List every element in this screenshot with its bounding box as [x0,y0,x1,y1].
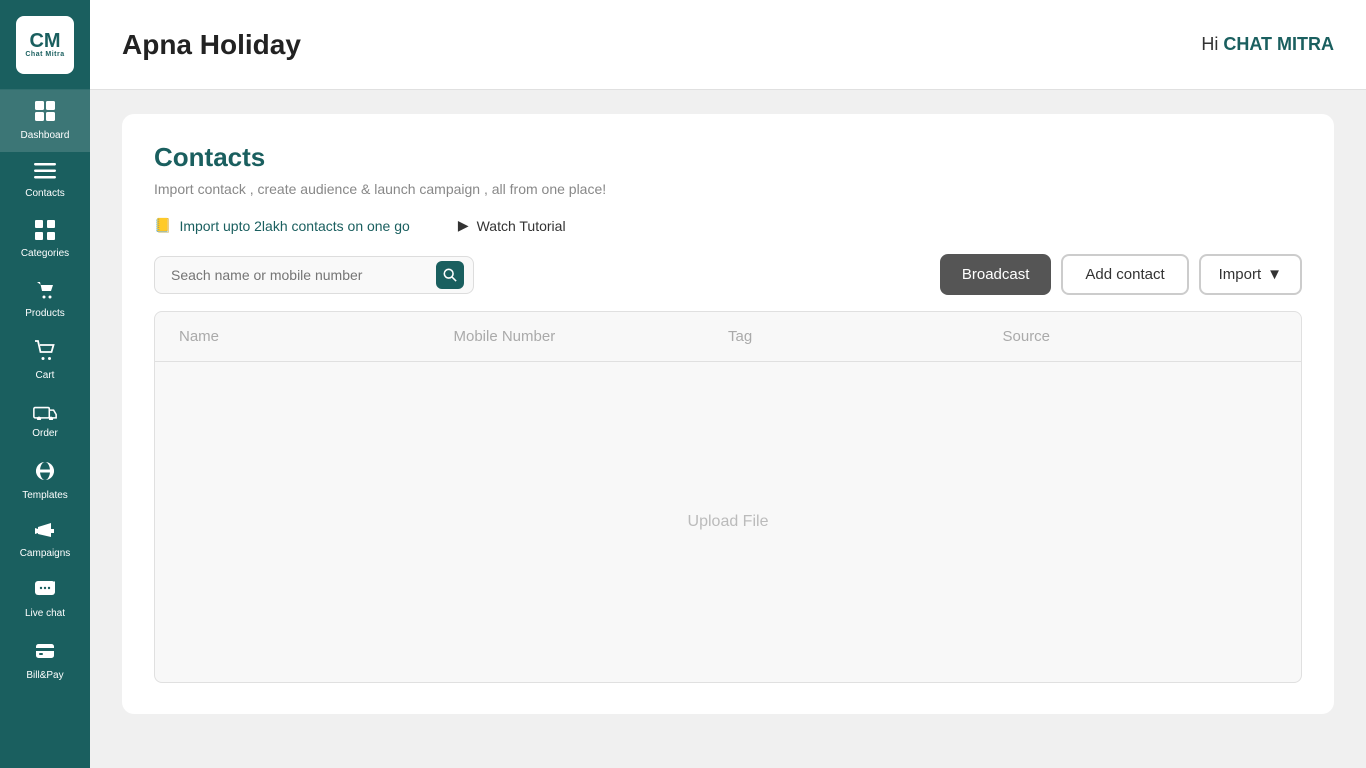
page-title: Apna Holiday [122,29,301,61]
sidebar-item-contacts[interactable]: Contacts [0,152,90,210]
sidebar-item-bill-pay-label: Bill&Pay [26,670,63,682]
logo-sub-text: Chat Mitra [25,51,64,58]
greeting-name: CHAT MITRA [1223,34,1334,54]
contacts-icon [34,162,56,184]
header: Apna Holiday Hi CHAT MITRA [90,0,1366,90]
import-link[interactable]: 📒 Import upto 2lakh contacts on one go [154,217,410,234]
products-icon [35,280,55,304]
sidebar-item-live-chat[interactable]: Live chat [0,570,90,630]
cart-icon [34,340,56,366]
contacts-subtitle: Import contack , create audience & launc… [154,181,1302,197]
logo-cm-text: CM [29,31,60,51]
chevron-down-icon: ▼ [1267,266,1282,283]
order-icon [33,402,57,424]
search-box [154,256,474,294]
live-chat-icon [34,580,56,604]
contacts-table: Name Mobile Number Tag Source Upload Fil… [154,311,1302,683]
play-icon: ▶ [458,217,469,234]
sidebar-item-campaigns[interactable]: Campaigns [0,512,90,570]
page-body: Contacts Import contack , create audienc… [90,90,1366,768]
contacts-card: Contacts Import contack , create audienc… [122,114,1334,714]
table-header: Name Mobile Number Tag Source [155,312,1301,362]
campaigns-icon [34,522,56,544]
empty-state-label: Upload File [688,513,769,531]
sidebar-item-cart[interactable]: Cart [0,330,90,392]
col-tag: Tag [728,328,1003,345]
sidebar-item-categories[interactable]: Categories [0,210,90,270]
sidebar-item-products[interactable]: Products [0,270,90,330]
table-body: Upload File [155,362,1301,682]
import-button[interactable]: Import ▼ [1199,254,1302,295]
greeting: Hi CHAT MITRA [1201,34,1334,55]
sidebar-item-live-chat-label: Live chat [25,608,65,620]
sidebar-item-cart-label: Cart [36,370,55,382]
col-source: Source [1003,328,1278,345]
contacts-title: Contacts [154,142,1302,173]
controls-row: Broadcast Add contact Import ▼ [154,254,1302,295]
broadcast-button[interactable]: Broadcast [940,254,1052,295]
sidebar: CM Chat Mitra Dashboard Contacts [0,0,90,768]
sidebar-item-campaigns-label: Campaigns [20,548,71,560]
sidebar-item-bill-pay[interactable]: Bill&Pay [0,630,90,692]
bill-pay-icon [34,640,56,666]
search-input[interactable] [154,256,474,294]
sidebar-item-contacts-label: Contacts [25,188,64,200]
import-link-text: Import upto 2lakh contacts on one go [179,218,409,234]
import-button-text: Import [1219,266,1262,283]
sidebar-item-templates[interactable]: Templates [0,450,90,512]
sidebar-item-categories-label: Categories [21,248,69,260]
info-row: 📒 Import upto 2lakh contacts on one go ▶… [154,217,1302,234]
sidebar-item-dashboard-label: Dashboard [21,130,70,142]
sidebar-item-products-label: Products [25,308,64,320]
templates-icon [35,460,55,486]
col-name: Name [179,328,454,345]
action-buttons: Broadcast Add contact Import ▼ [940,254,1302,295]
watch-tutorial-text: Watch Tutorial [477,218,566,234]
search-button[interactable] [436,261,464,289]
sidebar-item-dashboard[interactable]: Dashboard [0,90,90,152]
sidebar-item-order-label: Order [32,428,58,440]
col-mobile: Mobile Number [454,328,729,345]
book-icon: 📒 [154,217,171,234]
categories-icon [35,220,55,244]
main-content: Apna Holiday Hi CHAT MITRA Contacts Impo… [90,0,1366,768]
dashboard-icon [34,100,56,126]
add-contact-button[interactable]: Add contact [1061,254,1188,295]
sidebar-item-templates-label: Templates [22,490,68,502]
greeting-pre: Hi [1201,34,1223,54]
watch-tutorial-link[interactable]: ▶ Watch Tutorial [458,217,566,234]
app-logo: CM Chat Mitra [0,0,90,90]
sidebar-item-order[interactable]: Order [0,392,90,450]
